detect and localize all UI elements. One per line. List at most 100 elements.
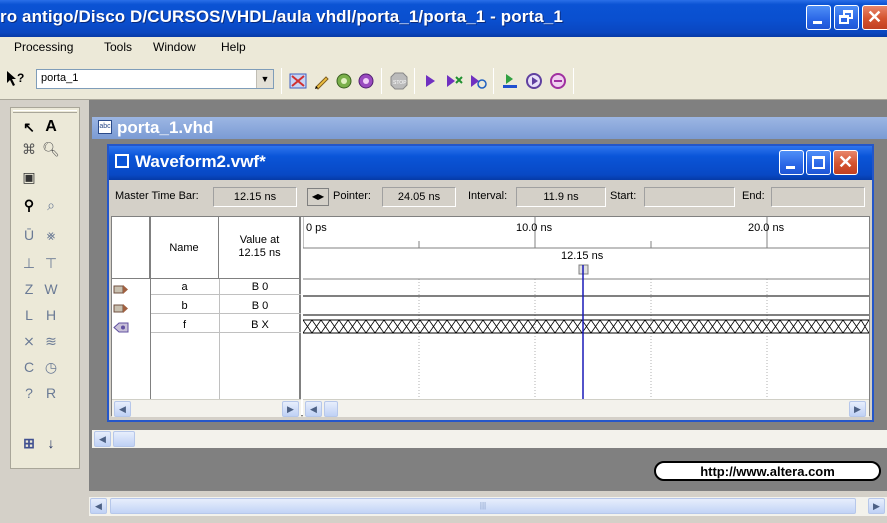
master-time-bar-label: Master Time Bar: (115, 190, 199, 202)
waveform-canvas[interactable]: 0 ps 10.0 ns 20.0 ns 12.15 ns (302, 217, 870, 399)
invert-icon[interactable]: ≋ (39, 330, 63, 352)
start-timing-analyzer-icon[interactable] (468, 71, 488, 91)
node-names-panel: Name Value at 12.15 ns a B 0 b B 0 f B X (112, 217, 301, 399)
interval-label: Interval: (468, 190, 508, 202)
scroll-right-icon[interactable]: ▶ (849, 401, 866, 417)
minimize-button[interactable] (806, 5, 831, 30)
menu-tools[interactable]: Tools (104, 40, 132, 54)
high-impedance-icon[interactable]: Z (17, 278, 41, 300)
selection-tool-icon[interactable]: ↖ (17, 116, 41, 138)
weak-low-icon[interactable]: L (17, 304, 41, 326)
toolbar-separator (573, 68, 574, 94)
minimize-icon (786, 166, 795, 169)
weak-high-icon[interactable]: H (39, 304, 63, 326)
programmer-icon[interactable] (524, 71, 544, 91)
chevron-down-icon[interactable]: ▼ (256, 70, 273, 88)
signal-value: B 0 (219, 280, 301, 295)
waveform-display[interactable]: 0 ps 10.0 ns 20.0 ns 12.15 ns (302, 217, 870, 399)
signal-value: B 0 (219, 299, 301, 314)
arbitrary-value-icon[interactable]: ? (17, 382, 41, 404)
scroll-thumb[interactable] (113, 431, 135, 447)
context-help-icon[interactable]: ? (5, 69, 25, 89)
main-horizontal-scrollbar[interactable]: ◀ ||| ▶ (89, 497, 887, 516)
menu-window[interactable]: Window (153, 40, 196, 54)
waveform-close-button[interactable]: ✕ (833, 150, 858, 175)
dont-care-icon[interactable]: ⨯ (17, 330, 41, 352)
clock-value-icon[interactable]: ◷ (39, 356, 63, 378)
unknown-value-icon[interactable]: ⨳ (39, 224, 63, 246)
replace-icon[interactable]: ⌕ (39, 194, 63, 216)
fullscreen-icon[interactable]: ▣ (17, 166, 41, 188)
project-hierarchy-combo[interactable]: porta_1 ▼ (36, 69, 274, 89)
end-value (771, 187, 865, 207)
count-value-icon[interactable]: C (17, 356, 41, 378)
restore-button[interactable] (834, 5, 859, 30)
find-icon[interactable]: ⚲ (17, 194, 41, 216)
toolbar-separator (381, 68, 382, 94)
sort-icon[interactable]: ↓ (39, 432, 63, 454)
scroll-right-icon[interactable]: ▶ (868, 498, 885, 514)
toolbar-separator (493, 68, 494, 94)
waveform-minimize-button[interactable] (779, 150, 804, 175)
snap-to-grid-icon[interactable]: ⊞ (17, 432, 41, 454)
rtl-viewer-icon[interactable] (548, 71, 568, 91)
weak-unknown-icon[interactable]: W (39, 278, 63, 300)
waveform-grid: Name Value at 12.15 ns a B 0 b B 0 f B X (111, 216, 870, 417)
master-time-bar-nav[interactable]: ◀▶ (307, 188, 329, 206)
app-title-bar[interactable]: ro antigo/Disco D/CURSOS/VHDL/aula vhdl/… (0, 0, 887, 37)
menu-bar: Processing Tools Window Help (0, 37, 887, 58)
ruler-label-10: 10.0 ns (516, 222, 553, 234)
palette-grip[interactable] (13, 110, 77, 113)
forcing-low-icon[interactable]: ⊥ (17, 252, 41, 274)
waveform-editing-tool-icon[interactable]: ⌘ (17, 138, 41, 160)
signal-name: b (150, 299, 219, 314)
pencil-edit-icon[interactable] (312, 71, 332, 91)
document-horizontal-scrollbar[interactable]: ◀ (92, 430, 887, 448)
ruler-label-0: 0 ps (306, 222, 327, 234)
forcing-high-icon[interactable]: ⊤ (39, 252, 63, 274)
zoom-tool-icon[interactable]: 🔍︎ (39, 138, 63, 160)
uninitialized-value-icon[interactable]: Ū (17, 224, 41, 246)
names-horizontal-scrollbar[interactable]: ◀ ▶ (112, 399, 301, 417)
altera-url[interactable]: http://www.altera.com (654, 461, 881, 481)
value-column-header-line2: 12.15 ns (238, 247, 281, 259)
start-analysis-icon[interactable] (444, 71, 464, 91)
end-label: End: (742, 190, 765, 202)
name-column-header[interactable]: Name (150, 217, 219, 279)
scroll-left-icon[interactable]: ◀ (90, 498, 107, 514)
compiler-tool-icon[interactable] (288, 71, 308, 91)
waveform-title-bar[interactable]: Waveform2.vwf* ✕ (109, 146, 872, 180)
start-compilation-icon[interactable] (420, 71, 440, 91)
menu-processing[interactable]: Processing (14, 40, 73, 54)
random-value-icon[interactable]: R (39, 382, 63, 404)
document-title-bar[interactable]: abc porta_1.vhd (92, 117, 887, 139)
start-simulation-icon[interactable] (500, 71, 520, 91)
close-button[interactable]: ✕ (862, 5, 887, 30)
scroll-right-icon[interactable]: ▶ (282, 401, 299, 417)
arrow-right-icon[interactable]: ▶ (318, 192, 324, 201)
minimize-icon (813, 21, 822, 24)
scroll-left-icon[interactable]: ◀ (114, 401, 131, 417)
app-title: ro antigo/Disco D/CURSOS/VHDL/aula vhdl/… (0, 7, 563, 26)
waveform-tool-palette: ↖ A ⌘ 🔍︎ ▣ ⚲ ⌕ Ū ⨳ ⊥ ⊤ Z W L H ⨯ ≋ C ◷ ?… (10, 107, 80, 469)
scroll-left-icon[interactable]: ◀ (305, 401, 322, 417)
start-value (644, 187, 735, 207)
text-tool-icon[interactable]: A (39, 116, 63, 138)
column-divider (150, 217, 151, 399)
waveform-maximize-button[interactable] (806, 150, 831, 175)
stop-icon[interactable]: STOP (389, 71, 409, 91)
master-time-bar-value[interactable]: 12.15 ns (213, 187, 297, 207)
scroll-thumb[interactable] (324, 401, 338, 417)
fitter-icon[interactable] (356, 71, 376, 91)
scroll-thumb[interactable]: ||| (110, 498, 856, 514)
analysis-synthesis-icon[interactable] (334, 71, 354, 91)
menu-help[interactable]: Help (221, 40, 246, 54)
signal-f-waveform[interactable] (302, 319, 870, 334)
output-pin-icon (113, 322, 129, 333)
signal-name: a (150, 280, 219, 295)
value-column-header[interactable]: Value at 12.15 ns (219, 217, 301, 279)
input-pin-icon (113, 304, 128, 313)
time-bar: Master Time Bar: 12.15 ns ◀▶ Pointer: 24… (111, 184, 870, 210)
scroll-left-icon[interactable]: ◀ (94, 431, 111, 447)
waveform-horizontal-scrollbar[interactable]: ◀ ▶ (303, 399, 869, 417)
